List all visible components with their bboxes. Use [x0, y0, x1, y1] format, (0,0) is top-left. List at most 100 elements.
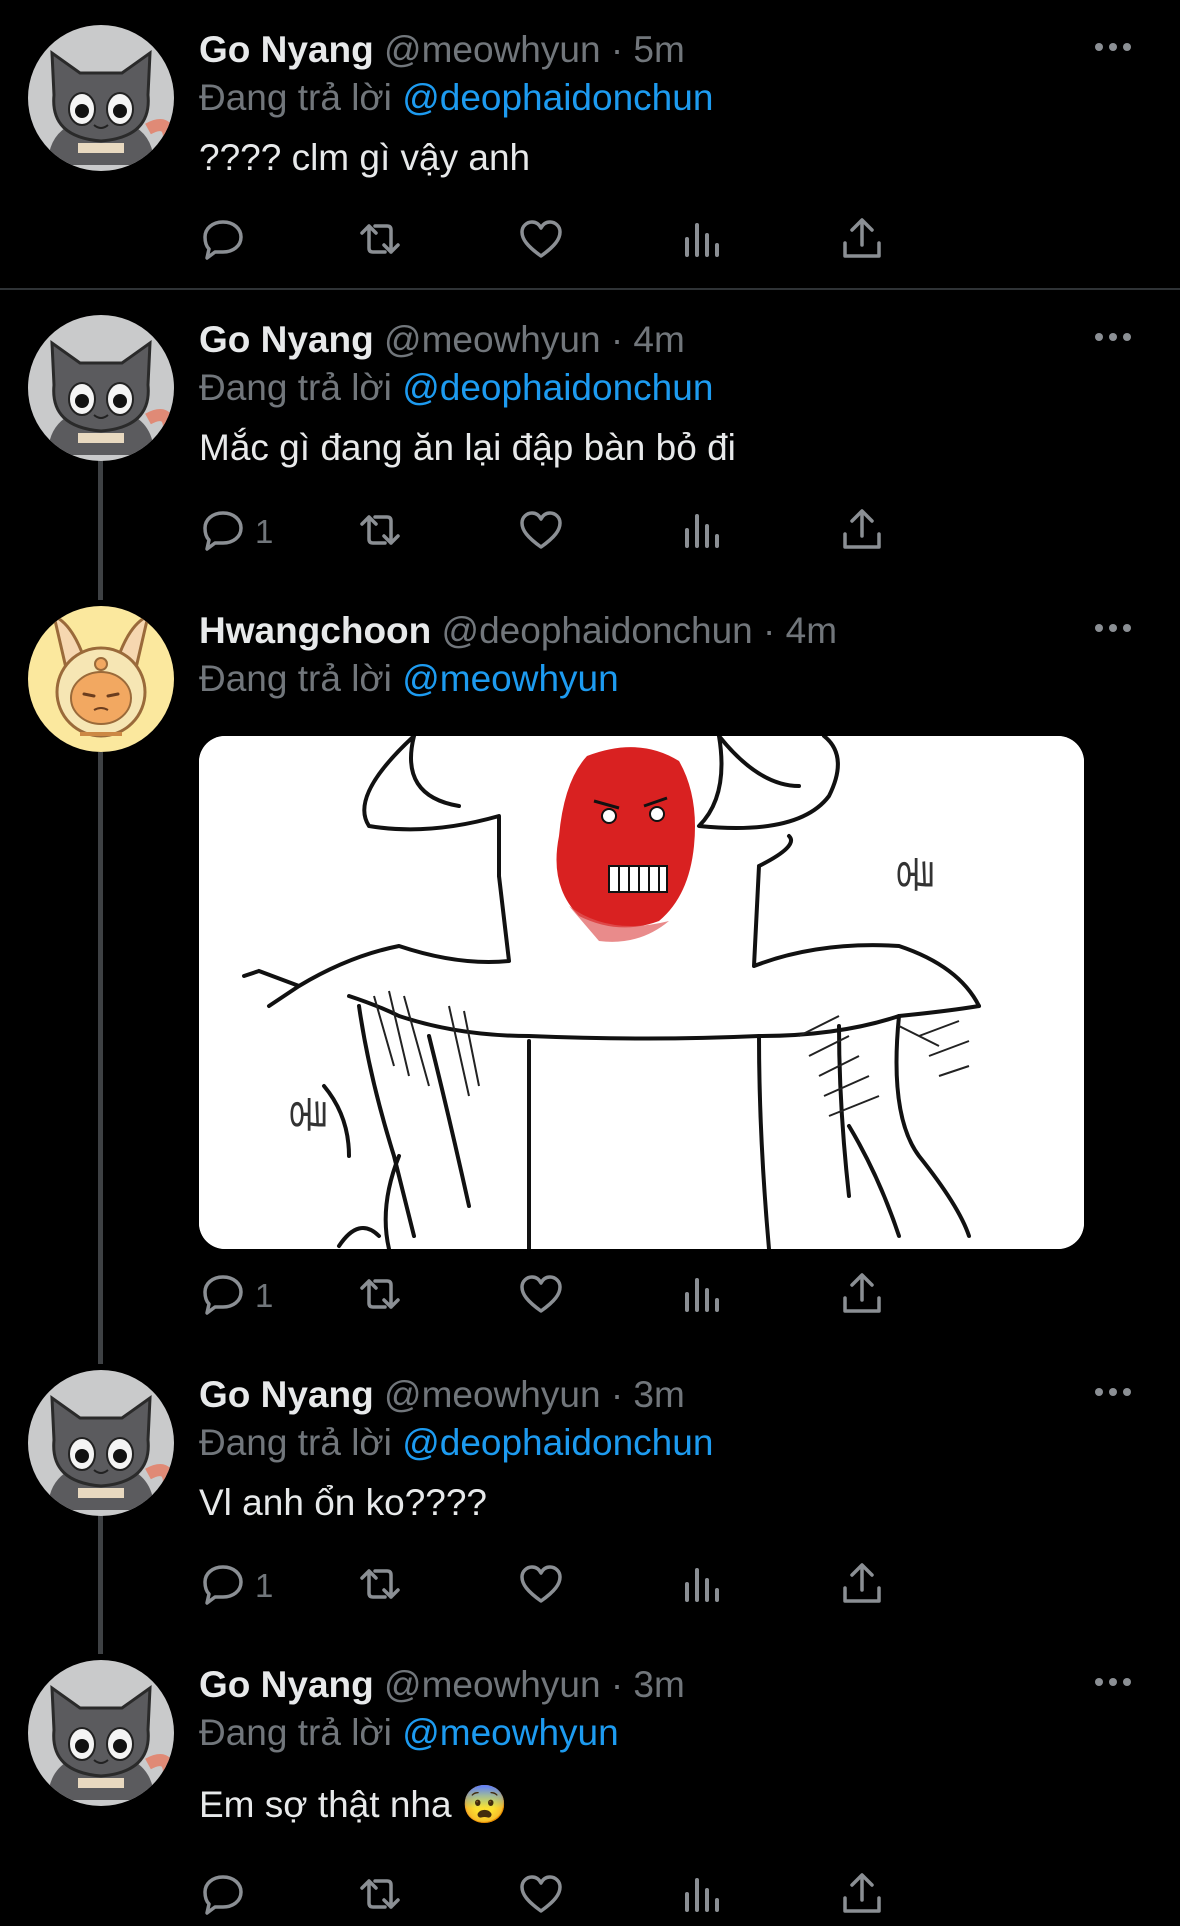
share-button[interactable]	[838, 502, 886, 562]
action-bar: 1	[199, 1266, 1039, 1326]
share-button[interactable]	[838, 211, 886, 271]
retweet-icon	[356, 1270, 404, 1323]
display-name[interactable]: Go Nyang	[199, 1664, 374, 1705]
share-button[interactable]	[838, 1556, 886, 1616]
action-bar	[199, 211, 1039, 271]
views-icon	[678, 1870, 726, 1923]
reply-button[interactable]: 1	[199, 1556, 273, 1616]
tweet[interactable]: Go Nyang @meowhyun · 5m Đang trả lời @de…	[0, 25, 1180, 275]
separator-dot: ·	[610, 29, 624, 70]
reply-button[interactable]: 1	[199, 502, 273, 562]
reply-count: 1	[255, 513, 274, 550]
tweet[interactable]: Go Nyang @meowhyun · 3m Đang trả lời @me…	[0, 1660, 1180, 1920]
avatar[interactable]	[28, 315, 174, 461]
like-button[interactable]	[517, 211, 565, 271]
like-button[interactable]	[517, 502, 565, 562]
mention-link[interactable]: @deophaidonchun	[402, 1422, 713, 1463]
separator-dot: ·	[610, 1664, 624, 1705]
reply-button[interactable]	[199, 211, 255, 271]
avatar[interactable]	[28, 1370, 174, 1516]
tweet-header: Go Nyang @meowhyun · 3m	[199, 1370, 1150, 1420]
tweet-text: Mắc gì đang ăn lại đập bàn bỏ đi	[199, 427, 736, 468]
share-icon	[838, 1270, 886, 1323]
display-name[interactable]: Go Nyang	[199, 29, 374, 70]
timestamp[interactable]: 3m	[633, 1664, 684, 1705]
mention-link[interactable]: @deophaidonchun	[402, 367, 713, 408]
tweet-header: Go Nyang @meowhyun · 5m	[199, 25, 1150, 75]
more-icon[interactable]	[1091, 1372, 1135, 1412]
separator-dot: ·	[610, 319, 624, 360]
like-button[interactable]	[517, 1556, 565, 1616]
tweet-image[interactable]: 쿵 쿵	[199, 736, 1084, 1249]
timestamp[interactable]: 3m	[633, 1374, 684, 1415]
user-handle[interactable]: @meowhyun	[384, 29, 601, 70]
action-bar: 1	[199, 502, 1039, 562]
retweet-button[interactable]	[356, 1866, 404, 1926]
timestamp[interactable]: 4m	[633, 319, 684, 360]
separator-dot: ·	[610, 1374, 624, 1415]
mention-link[interactable]: @meowhyun	[402, 658, 619, 699]
user-handle[interactable]: @meowhyun	[384, 1374, 601, 1415]
like-button[interactable]	[517, 1266, 565, 1326]
like-icon	[517, 1270, 565, 1323]
retweet-button[interactable]	[356, 211, 404, 271]
views-button[interactable]	[678, 1556, 726, 1616]
more-icon[interactable]	[1091, 608, 1135, 648]
tweet-text: Em sợ thật nha 😨	[199, 1784, 508, 1825]
views-button[interactable]	[678, 502, 726, 562]
views-button[interactable]	[678, 1266, 726, 1326]
more-icon[interactable]	[1091, 27, 1135, 67]
share-icon	[838, 1870, 886, 1923]
views-button[interactable]	[678, 1866, 726, 1926]
avatar[interactable]	[28, 25, 174, 171]
timestamp[interactable]: 5m	[633, 29, 684, 70]
user-handle[interactable]: @deophaidonchun	[442, 610, 753, 651]
share-icon	[838, 1560, 886, 1613]
display-name[interactable]: Go Nyang	[199, 1374, 374, 1415]
replying-to: Đang trả lời @meowhyun	[199, 654, 619, 704]
replying-to-label: Đang trả lời	[199, 367, 403, 408]
retweet-icon	[356, 1870, 404, 1923]
tweet[interactable]: Hwangchoon @deophaidonchun · 4m Đang trả…	[0, 606, 1180, 1326]
separator-dot: ·	[763, 610, 776, 651]
mention-link[interactable]: @meowhyun	[402, 1712, 619, 1753]
reply-button[interactable]: 1	[199, 1266, 273, 1326]
replying-to: Đang trả lời @deophaidonchun	[199, 1418, 713, 1468]
replying-to: Đang trả lời @deophaidonchun	[199, 73, 713, 123]
reply-icon	[199, 506, 247, 559]
more-icon[interactable]	[1091, 317, 1135, 357]
share-button[interactable]	[838, 1266, 886, 1326]
retweet-button[interactable]	[356, 1266, 404, 1326]
share-icon	[838, 215, 886, 268]
replying-to-label: Đang trả lời	[199, 658, 403, 699]
avatar[interactable]	[28, 606, 174, 752]
retweet-button[interactable]	[356, 1556, 404, 1616]
more-icon[interactable]	[1091, 1662, 1135, 1702]
timestamp[interactable]: 4m	[786, 610, 837, 651]
user-handle[interactable]: @meowhyun	[384, 319, 601, 360]
like-icon	[517, 215, 565, 268]
reply-count: 1	[255, 1277, 274, 1314]
replying-to-label: Đang trả lời	[199, 77, 403, 118]
like-icon	[517, 506, 565, 559]
display-name[interactable]: Go Nyang	[199, 319, 374, 360]
mention-link[interactable]: @deophaidonchun	[402, 77, 713, 118]
reply-icon	[199, 1270, 247, 1323]
retweet-button[interactable]	[356, 502, 404, 562]
user-handle[interactable]: @meowhyun	[384, 1664, 601, 1705]
tweet[interactable]: Go Nyang @meowhyun · 3m Đang trả lời @de…	[0, 1370, 1180, 1630]
replying-to: Đang trả lời @deophaidonchun	[199, 363, 713, 413]
retweet-icon	[356, 506, 404, 559]
display-name[interactable]: Hwangchoon	[199, 610, 431, 651]
reply-button[interactable]	[199, 1866, 255, 1926]
reply-icon	[199, 1560, 247, 1613]
views-button[interactable]	[678, 211, 726, 271]
like-button[interactable]	[517, 1866, 565, 1926]
like-icon	[517, 1560, 565, 1613]
avatar[interactable]	[28, 1660, 174, 1806]
tweet[interactable]: Go Nyang @meowhyun · 4m Đang trả lời @de…	[0, 315, 1180, 575]
tweet-header: Hwangchoon @deophaidonchun · 4m	[199, 606, 1150, 656]
replying-to-label: Đang trả lời	[199, 1422, 403, 1463]
share-button[interactable]	[838, 1866, 886, 1926]
views-icon	[678, 1560, 726, 1613]
